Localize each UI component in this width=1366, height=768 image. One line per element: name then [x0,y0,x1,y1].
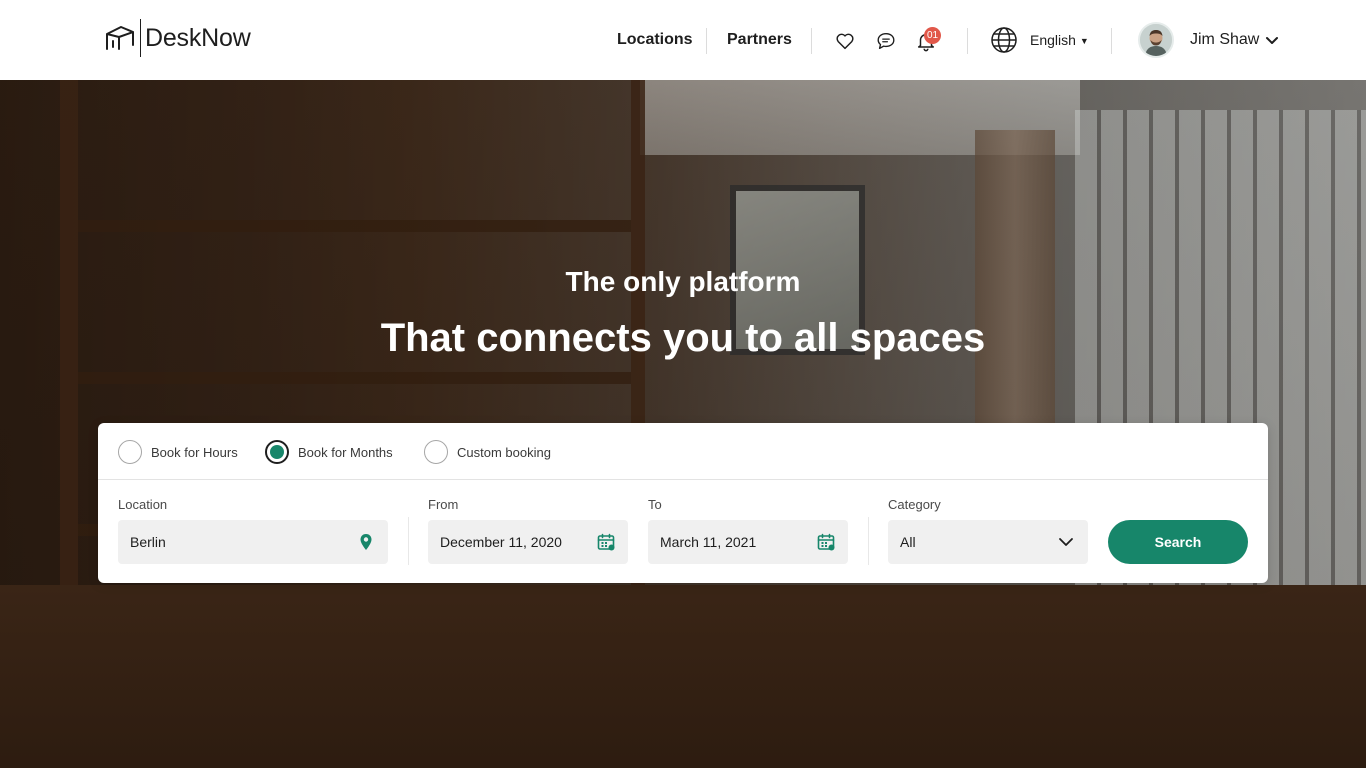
from-date-value: December 11, 2020 [440,534,562,550]
category-select[interactable]: All [888,520,1088,564]
top-navbar: DeskNow Locations Partners 01 English ▼ [0,0,1366,80]
hero-background-floor [0,585,1366,768]
radio-custom-booking[interactable]: Custom booking [424,440,551,464]
language-label: English [1030,32,1076,48]
radio-book-for-hours[interactable]: Book for Hours [118,440,238,464]
hero-section: The only platform That connects you to a… [0,80,1366,768]
desk-logo-icon [106,26,134,50]
brand-logo[interactable]: DeskNow [104,18,251,58]
chat-bubble-icon[interactable] [875,30,897,52]
brand-name: DeskNow [145,23,251,52]
search-button[interactable]: Search [1108,520,1248,564]
field-divider [408,517,409,565]
avatar [1138,22,1174,58]
from-label: From [428,497,459,512]
search-card: Book for Hours Book for Months Custom bo… [98,423,1268,583]
nav-divider [811,28,812,54]
nav-link-partners[interactable]: Partners [727,31,792,49]
user-menu[interactable]: Jim Shaw [1138,22,1279,58]
radio-label: Book for Months [298,444,393,460]
to-date-value: March 11, 2021 [660,534,757,550]
heart-icon[interactable] [834,30,856,52]
radio-book-for-months[interactable]: Book for Months [265,440,393,464]
nav-link-locations[interactable]: Locations [617,31,693,49]
radio-circle [424,440,448,464]
radio-label: Book for Hours [151,444,238,460]
chevron-down-icon [1059,538,1073,546]
field-divider [868,517,869,565]
from-date-input[interactable]: December 11, 2020 [428,520,628,564]
calendar-icon [597,533,615,551]
radio-circle [118,440,142,464]
location-label: Location [118,497,168,512]
to-label: To [648,497,662,512]
radio-circle-selected [265,440,289,464]
location-value: Berlin [130,534,166,550]
hero-title: That connects you to all spaces [380,316,986,360]
chevron-down-icon [1266,37,1279,44]
category-label: Category [888,497,941,512]
nav-divider [1111,28,1112,54]
map-pin-icon [360,534,372,550]
nav-divider [967,28,968,54]
nav-divider [706,28,707,54]
radio-label: Custom booking [457,444,551,460]
hero-subtitle: The only platform [565,266,801,297]
user-name: Jim Shaw [1190,31,1260,48]
category-value: All [900,534,916,550]
notification-badge: 01 [924,27,942,44]
booking-type-selector: Book for Hours Book for Months Custom bo… [98,423,1268,480]
to-date-input[interactable]: March 11, 2021 [648,520,848,564]
globe-icon [991,27,1017,53]
language-selector[interactable]: English ▼ [990,26,1089,54]
calendar-icon [817,533,835,551]
logo-divider [140,19,141,57]
location-input[interactable]: Berlin [118,520,388,564]
caret-down-icon: ▼ [1079,36,1089,46]
